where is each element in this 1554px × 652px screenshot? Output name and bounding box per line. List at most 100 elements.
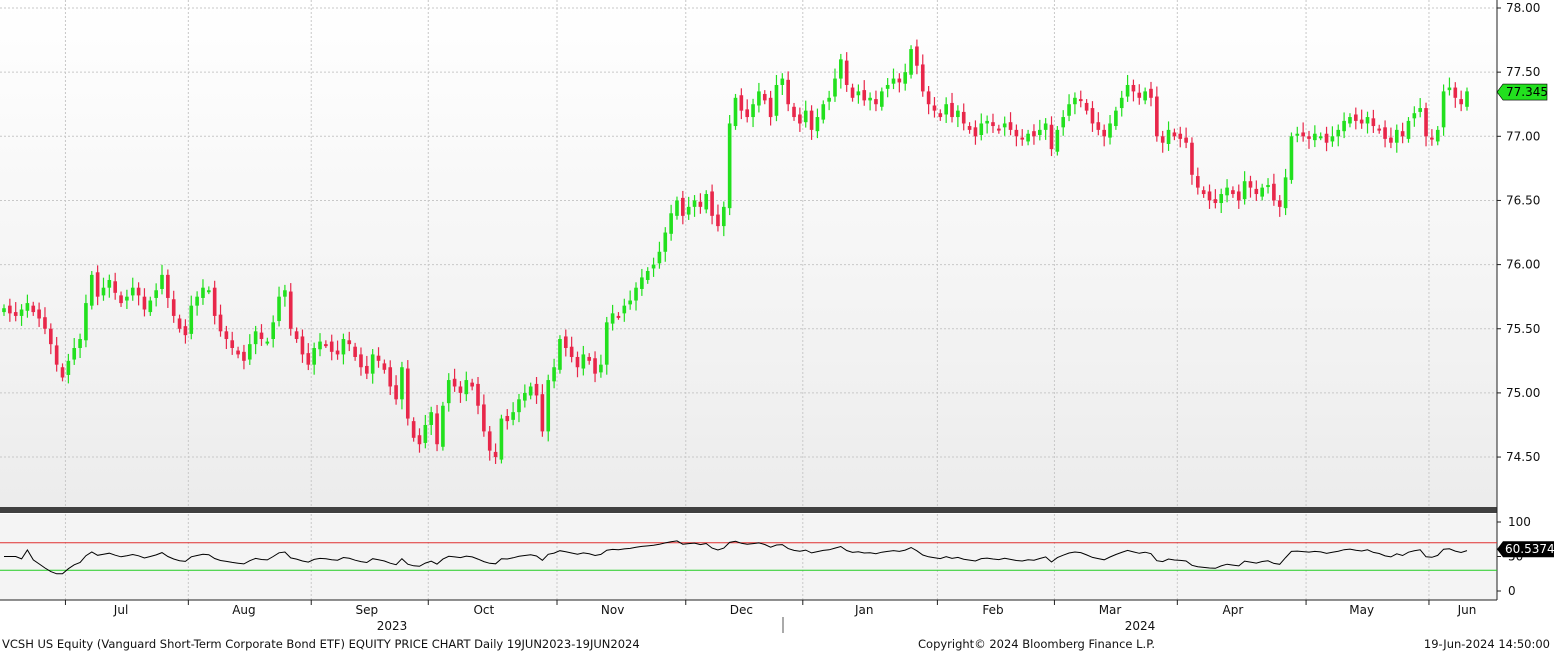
candle-body [1067,104,1071,116]
candle-body [569,346,574,357]
candle-body [1213,199,1218,204]
candle [558,335,562,374]
candle-body [49,328,53,345]
candle-body [1108,123,1112,138]
month-label: Jan [854,603,874,617]
candle-body [300,336,305,355]
candle-body [757,91,761,106]
candle-body [1254,188,1259,195]
month-label: Mar [1099,603,1122,617]
candle-body [809,110,814,130]
candle-body [815,117,820,132]
candle [733,93,738,130]
candle [441,401,445,451]
candle-body [1172,132,1177,137]
candle-body [721,206,726,227]
candle [405,360,410,426]
candle-body [1318,136,1323,139]
candle-body [429,412,434,425]
candle-body [563,336,568,348]
candle [499,414,504,464]
candle-body [622,305,627,314]
candle-body [1225,187,1229,196]
candle-body [950,102,954,118]
candle-body [1002,123,1007,128]
candle-body [1248,181,1253,188]
candle-body [1184,137,1188,143]
candle-body [833,78,837,97]
candle-body [148,300,153,313]
price-tick-label: 77.00 [1506,129,1540,143]
candle-body [1190,142,1194,175]
candle-body [938,113,943,118]
badge-label: 60.5374 [1505,542,1554,556]
candle-body [294,331,299,340]
candle-body [920,64,925,92]
price-tick-label: 76.00 [1506,258,1540,272]
candle-body [464,380,469,395]
candle-body [645,271,650,280]
candle-body [1289,136,1294,180]
last-value-badge: 77.345 [1496,83,1548,101]
candle-body [1020,137,1025,140]
candle-body [961,111,966,124]
candle-body [78,339,82,348]
candle-body [1277,200,1282,207]
candle-body [84,303,88,341]
candle-body [1348,117,1352,124]
price-tick-label: 75.00 [1506,386,1540,400]
candle-body [1037,129,1042,136]
candle-body [388,367,393,387]
candle-body [95,272,100,297]
candle-body [915,46,919,66]
candle-body [733,97,738,127]
candle-body [1207,191,1212,201]
candle-body [242,351,246,361]
candle-body [1055,129,1060,152]
candle-body [710,191,714,216]
badge-label: 77.345 [1506,85,1548,99]
candle-body [1447,87,1452,91]
candle-body [1383,127,1387,139]
candle-body [681,197,685,216]
candle-body [1137,92,1142,98]
candle-body [376,355,381,361]
candle-body [318,341,322,350]
candle-body [727,123,732,209]
candle [727,115,732,216]
candle-body [686,206,691,215]
candle-body [277,296,281,322]
candle-body [101,287,106,296]
candle-body [839,59,843,79]
candle-body [926,91,931,105]
candle-body [1090,108,1095,124]
candle-body [13,312,18,316]
month-label: Sep [356,603,379,617]
candle-body [593,358,597,374]
candle-body [505,415,510,422]
candle-body [394,385,398,400]
candle-body [768,97,773,118]
candle-body [868,97,872,101]
panel-separator [0,507,1497,513]
candle-body [487,431,492,451]
candle-body [353,346,357,357]
candle-body [446,380,451,404]
price-tick-label: 77.50 [1506,65,1540,79]
rsi-tick-label: 0 [1508,584,1516,598]
candle-body [31,305,36,313]
price-tick-label: 74.50 [1506,450,1540,464]
candle-body [1260,187,1264,197]
candle-body [43,317,47,329]
candle-body [552,367,556,382]
candle-body [265,341,270,344]
price-tick-label: 78.00 [1506,1,1540,15]
candle-body [142,296,147,310]
candle-body [540,394,545,432]
candle-body [253,331,258,345]
time-axis: Jul Aug Sep Oct Nov Dec Jan Feb Mar Apr May Jun 2023… [64,600,1476,633]
rsi-panel-background [0,514,1497,600]
candle-body [160,274,164,289]
candle-body [827,97,831,102]
candle-body [60,367,65,378]
